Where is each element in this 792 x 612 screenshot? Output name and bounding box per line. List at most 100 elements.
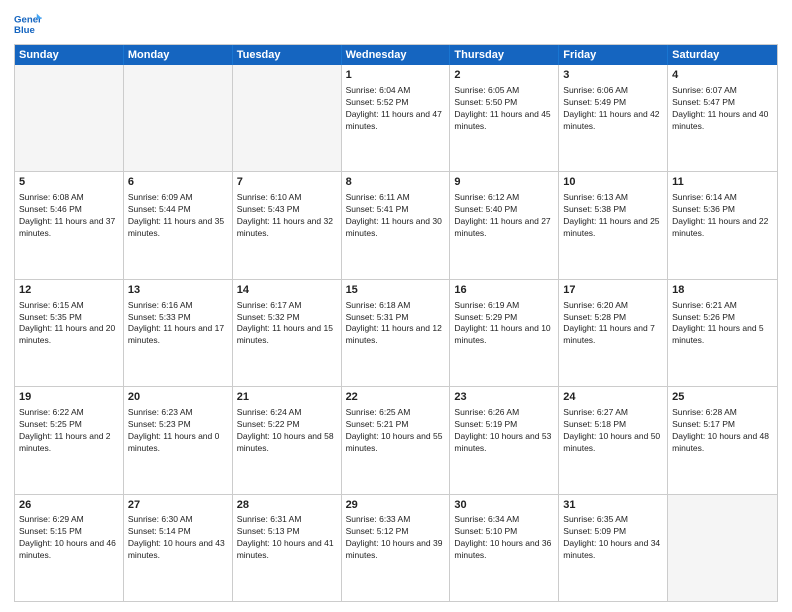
- day-info: Sunrise: 6:16 AM Sunset: 5:33 PM Dayligh…: [128, 300, 228, 348]
- page: General Blue SundayMondayTuesdayWednesda…: [0, 0, 792, 612]
- day-number: 5: [19, 175, 119, 190]
- day-info: Sunrise: 6:27 AM Sunset: 5:18 PM Dayligh…: [563, 407, 663, 455]
- day-info: Sunrise: 6:10 AM Sunset: 5:43 PM Dayligh…: [237, 192, 337, 240]
- day-number: 13: [128, 283, 228, 298]
- calendar-cell-1: 1 Sunrise: 6:04 AM Sunset: 5:52 PM Daylig…: [342, 65, 451, 171]
- day-number: 19: [19, 390, 119, 405]
- calendar-cell-19: 19 Sunrise: 6:22 AM Sunset: 5:25 PM Dayli…: [15, 387, 124, 493]
- day-header-monday: Monday: [124, 45, 233, 65]
- calendar-cell-27: 27Sunrise: 6:30 AM Sunset: 5:14 PM Dayli…: [124, 495, 233, 601]
- day-number: 11: [672, 175, 773, 190]
- day-number: 6: [128, 175, 228, 190]
- day-info: Sunrise: 6:19 AM Sunset: 5:29 PM Dayligh…: [454, 300, 554, 348]
- calendar-cell-5: 5 Sunrise: 6:08 AM Sunset: 5:46 PM Daylig…: [15, 172, 124, 278]
- day-info: Sunrise: 6:34 AM Sunset: 5:10 PM Dayligh…: [454, 514, 554, 562]
- day-number: 15: [346, 283, 446, 298]
- day-info: Sunrise: 6:30 AM Sunset: 5:14 PM Dayligh…: [128, 514, 228, 562]
- calendar-cell-17: 17 Sunrise: 6:20 AM Sunset: 5:28 PM Dayli…: [559, 280, 668, 386]
- calendar-cell-29: 29Sunrise: 6:33 AM Sunset: 5:12 PM Dayli…: [342, 495, 451, 601]
- day-info: Sunrise: 6:11 AM Sunset: 5:41 PM Dayligh…: [346, 192, 446, 240]
- calendar-row-5: 26Sunrise: 6:29 AM Sunset: 5:15 PM Dayli…: [15, 494, 777, 601]
- calendar-cell-10: 10 Sunrise: 6:13 AM Sunset: 5:38 PM Dayli…: [559, 172, 668, 278]
- calendar-cell-18: 18 Sunrise: 6:21 AM Sunset: 5:26 PM Dayli…: [668, 280, 777, 386]
- day-info: Sunrise: 6:15 AM Sunset: 5:35 PM Dayligh…: [19, 300, 119, 348]
- day-info: Sunrise: 6:21 AM Sunset: 5:26 PM Dayligh…: [672, 300, 773, 348]
- logo: General Blue: [14, 10, 42, 38]
- day-info: Sunrise: 6:13 AM Sunset: 5:38 PM Dayligh…: [563, 192, 663, 240]
- day-info: Sunrise: 6:22 AM Sunset: 5:25 PM Dayligh…: [19, 407, 119, 455]
- day-number: 7: [237, 175, 337, 190]
- day-header-saturday: Saturday: [668, 45, 777, 65]
- day-info: Sunrise: 6:18 AM Sunset: 5:31 PM Dayligh…: [346, 300, 446, 348]
- day-header-thursday: Thursday: [450, 45, 559, 65]
- calendar-cell-12: 12 Sunrise: 6:15 AM Sunset: 5:35 PM Dayli…: [15, 280, 124, 386]
- day-info: Sunrise: 6:35 AM Sunset: 5:09 PM Dayligh…: [563, 514, 663, 562]
- day-number: 17: [563, 283, 663, 298]
- day-number: 3: [563, 68, 663, 83]
- day-number: 29: [346, 498, 446, 513]
- calendar-cell-23: 23Sunrise: 6:26 AM Sunset: 5:19 PM Dayli…: [450, 387, 559, 493]
- day-number: 14: [237, 283, 337, 298]
- day-info: Sunrise: 6:25 AM Sunset: 5:21 PM Dayligh…: [346, 407, 446, 455]
- calendar-cell-8: 8Sunrise: 6:11 AM Sunset: 5:41 PM Daylig…: [342, 172, 451, 278]
- day-number: 22: [346, 390, 446, 405]
- day-info: Sunrise: 6:08 AM Sunset: 5:46 PM Dayligh…: [19, 192, 119, 240]
- day-info: Sunrise: 6:07 AM Sunset: 5:47 PM Dayligh…: [672, 85, 773, 133]
- day-info: Sunrise: 6:04 AM Sunset: 5:52 PM Dayligh…: [346, 85, 446, 133]
- calendar-cell-9: 9 Sunrise: 6:12 AM Sunset: 5:40 PM Daylig…: [450, 172, 559, 278]
- day-info: Sunrise: 6:14 AM Sunset: 5:36 PM Dayligh…: [672, 192, 773, 240]
- calendar-cell-6: 6 Sunrise: 6:09 AM Sunset: 5:44 PM Daylig…: [124, 172, 233, 278]
- calendar-cell-25: 25 Sunrise: 6:28 AM Sunset: 5:17 PM Dayli…: [668, 387, 777, 493]
- day-number: 18: [672, 283, 773, 298]
- calendar-cell-31: 31Sunrise: 6:35 AM Sunset: 5:09 PM Dayli…: [559, 495, 668, 601]
- day-number: 27: [128, 498, 228, 513]
- day-number: 1: [346, 68, 446, 83]
- calendar-cell-7: 7 Sunrise: 6:10 AM Sunset: 5:43 PM Daylig…: [233, 172, 342, 278]
- day-info: Sunrise: 6:33 AM Sunset: 5:12 PM Dayligh…: [346, 514, 446, 562]
- logo-icon: General Blue: [14, 10, 42, 38]
- calendar-cell-26: 26Sunrise: 6:29 AM Sunset: 5:15 PM Dayli…: [15, 495, 124, 601]
- day-info: Sunrise: 6:09 AM Sunset: 5:44 PM Dayligh…: [128, 192, 228, 240]
- calendar-cell-28: 28Sunrise: 6:31 AM Sunset: 5:13 PM Dayli…: [233, 495, 342, 601]
- day-number: 10: [563, 175, 663, 190]
- day-header-wednesday: Wednesday: [342, 45, 451, 65]
- header: General Blue: [14, 10, 778, 38]
- day-number: 26: [19, 498, 119, 513]
- calendar-cell-empty: [124, 65, 233, 171]
- calendar-body: 1 Sunrise: 6:04 AM Sunset: 5:52 PM Daylig…: [15, 65, 777, 601]
- day-number: 24: [563, 390, 663, 405]
- calendar-row-4: 19 Sunrise: 6:22 AM Sunset: 5:25 PM Dayli…: [15, 386, 777, 493]
- calendar-cell-13: 13 Sunrise: 6:16 AM Sunset: 5:33 PM Dayli…: [124, 280, 233, 386]
- calendar-cell-15: 15 Sunrise: 6:18 AM Sunset: 5:31 PM Dayli…: [342, 280, 451, 386]
- calendar-cell-empty: [233, 65, 342, 171]
- calendar-cell-2: 2 Sunrise: 6:05 AM Sunset: 5:50 PM Daylig…: [450, 65, 559, 171]
- calendar-cell-14: 14 Sunrise: 6:17 AM Sunset: 5:32 PM Dayli…: [233, 280, 342, 386]
- calendar-cell-24: 24 Sunrise: 6:27 AM Sunset: 5:18 PM Dayli…: [559, 387, 668, 493]
- calendar-cell-4: 4 Sunrise: 6:07 AM Sunset: 5:47 PM Daylig…: [668, 65, 777, 171]
- day-info: Sunrise: 6:05 AM Sunset: 5:50 PM Dayligh…: [454, 85, 554, 133]
- day-info: Sunrise: 6:06 AM Sunset: 5:49 PM Dayligh…: [563, 85, 663, 133]
- day-number: 9: [454, 175, 554, 190]
- day-number: 4: [672, 68, 773, 83]
- day-info: Sunrise: 6:31 AM Sunset: 5:13 PM Dayligh…: [237, 514, 337, 562]
- day-number: 2: [454, 68, 554, 83]
- day-header-tuesday: Tuesday: [233, 45, 342, 65]
- calendar-cell-3: 3 Sunrise: 6:06 AM Sunset: 5:49 PM Daylig…: [559, 65, 668, 171]
- day-header-friday: Friday: [559, 45, 668, 65]
- day-info: Sunrise: 6:23 AM Sunset: 5:23 PM Dayligh…: [128, 407, 228, 455]
- calendar-header-row: SundayMondayTuesdayWednesdayThursdayFrid…: [15, 45, 777, 65]
- day-info: Sunrise: 6:20 AM Sunset: 5:28 PM Dayligh…: [563, 300, 663, 348]
- day-info: Sunrise: 6:29 AM Sunset: 5:15 PM Dayligh…: [19, 514, 119, 562]
- day-info: Sunrise: 6:26 AM Sunset: 5:19 PM Dayligh…: [454, 407, 554, 455]
- calendar-cell-20: 20 Sunrise: 6:23 AM Sunset: 5:23 PM Dayli…: [124, 387, 233, 493]
- day-info: Sunrise: 6:12 AM Sunset: 5:40 PM Dayligh…: [454, 192, 554, 240]
- day-header-sunday: Sunday: [15, 45, 124, 65]
- day-number: 20: [128, 390, 228, 405]
- day-number: 21: [237, 390, 337, 405]
- calendar: SundayMondayTuesdayWednesdayThursdayFrid…: [14, 44, 778, 602]
- day-info: Sunrise: 6:28 AM Sunset: 5:17 PM Dayligh…: [672, 407, 773, 455]
- day-info: Sunrise: 6:17 AM Sunset: 5:32 PM Dayligh…: [237, 300, 337, 348]
- day-number: 12: [19, 283, 119, 298]
- calendar-cell-16: 16Sunrise: 6:19 AM Sunset: 5:29 PM Dayli…: [450, 280, 559, 386]
- day-number: 25: [672, 390, 773, 405]
